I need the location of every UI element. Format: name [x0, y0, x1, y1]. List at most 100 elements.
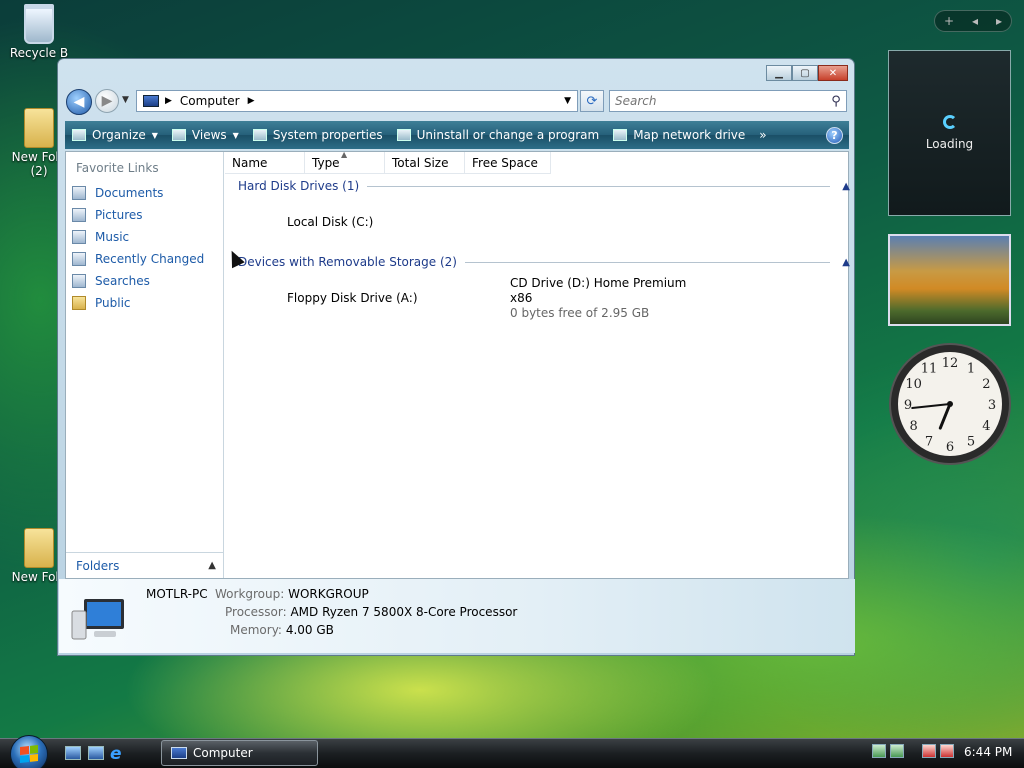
views-button[interactable]: Views ▼ [165, 121, 246, 149]
tray-volume-muted-icon[interactable] [940, 744, 954, 758]
favorite-link-music[interactable]: Music [72, 226, 204, 248]
sidebar-next-button[interactable]: ▸ [996, 14, 1002, 28]
searches-icon [72, 274, 86, 288]
detail-processor: Processor: AMD Ryzen 7 5800X 8-Core Proc… [225, 605, 517, 619]
close-button[interactable]: ✕ [818, 65, 848, 81]
start-button[interactable] [10, 735, 48, 768]
sidebar-controls: + ◂ ▸ [934, 10, 1012, 32]
feed-gadget[interactable]: Loading [888, 50, 1011, 216]
breadcrumb-computer[interactable]: Computer [180, 94, 240, 108]
tray-network-disconnected-icon[interactable] [922, 744, 936, 758]
switch-windows-icon[interactable] [88, 746, 104, 760]
clock-numeral: 9 [904, 398, 912, 413]
favorite-link-label: Public [95, 296, 131, 310]
system-properties-button[interactable]: System properties [246, 121, 390, 149]
column-header-total-size[interactable]: Total Size [385, 152, 465, 174]
drive-cd-d[interactable]: CD Drive (D:) Home Premium x86 0 bytes f… [510, 276, 686, 321]
favorite-link-recently-changed[interactable]: Recently Changed [72, 248, 204, 270]
column-label: Type [312, 156, 340, 170]
search-input[interactable] [610, 94, 826, 108]
help-icon: ? [831, 128, 838, 142]
search-box[interactable]: ⚲ [609, 90, 847, 112]
organize-button[interactable]: Organize ▼ [65, 121, 165, 149]
map-network-drive-button[interactable]: Map network drive [606, 121, 752, 149]
sidebar-add-gadget-button[interactable]: + [944, 14, 954, 28]
more-commands-button[interactable]: » [752, 121, 773, 149]
tray-network-icon[interactable] [872, 744, 886, 758]
folder-icon [24, 528, 54, 568]
breadcrumb-separator-icon[interactable]: ▶ [165, 96, 172, 106]
taskbar-button-label: Computer [193, 746, 253, 760]
refresh-icon: ⟳ [586, 93, 598, 109]
clock-numeral: 7 [925, 434, 933, 449]
feed-status: Loading [925, 137, 974, 151]
workgroup-value: WORKGROUP [288, 587, 369, 601]
favorite-link-public[interactable]: Public [72, 292, 204, 314]
favorite-links-title: Favorite Links [76, 161, 159, 175]
explorer-window: ▁ ▢ ✕ ◀ ▶ ▼ ▶ Computer ▶ ▼ ⟳ ⚲ Organize … [57, 58, 855, 656]
address-bar[interactable]: ▶ Computer ▶ ▼ [136, 90, 578, 112]
slideshow-gadget[interactable] [888, 234, 1011, 326]
search-icon[interactable]: ⚲ [826, 94, 846, 109]
internet-explorer-icon[interactable]: e [110, 744, 128, 764]
favorite-link-searches[interactable]: Searches [72, 270, 204, 292]
map-network-drive-label: Map network drive [633, 128, 746, 142]
breadcrumb-separator-icon[interactable]: ▶ [248, 96, 255, 106]
favorite-link-label: Music [95, 230, 130, 244]
group-header-hard-disk-drives[interactable]: Hard Disk Drives (1) ▲ [238, 179, 850, 193]
column-label: Free Space [472, 156, 538, 170]
taskbar-clock[interactable]: 6:44 PM [964, 745, 1012, 759]
collapse-group-icon[interactable]: ▲ [842, 257, 850, 268]
drive-name: Floppy Disk Drive (A:) [287, 291, 418, 305]
uninstall-program-button[interactable]: Uninstall or change a program [390, 121, 607, 149]
drive-floppy-a[interactable]: Floppy Disk Drive (A:) [287, 291, 418, 305]
drive-name: CD Drive (D:) Home Premium [510, 276, 687, 290]
column-header-name[interactable]: Name [225, 152, 305, 174]
back-button[interactable]: ◀ [66, 89, 92, 115]
show-desktop-icon[interactable] [65, 746, 81, 760]
detail-workgroup: Workgroup: WORKGROUP [215, 587, 369, 601]
computer-icon [143, 95, 159, 107]
clock-numeral: 10 [905, 377, 922, 392]
address-dropdown-icon[interactable]: ▼ [558, 96, 577, 106]
minimize-button[interactable]: ▁ [766, 65, 792, 81]
folder-icon [24, 108, 54, 148]
computer-icon [71, 599, 124, 640]
clock-gadget[interactable]: 12 12 3 45678 9 1011 [888, 342, 1012, 466]
favorite-link-label: Documents [95, 186, 164, 200]
content-area: Favorite Links Documents Pictures Music … [65, 150, 850, 579]
processor-label: Processor: [225, 605, 287, 619]
column-headers: Name ▲ Type Total Size Free Space [225, 150, 551, 174]
column-header-type[interactable]: ▲ Type [305, 150, 385, 174]
collapse-group-icon[interactable]: ▲ [842, 181, 850, 192]
drive-local-disk-c[interactable]: Local Disk (C:) [287, 215, 373, 229]
chevron-down-icon: ▼ [151, 130, 158, 140]
refresh-button[interactable]: ⟳ [580, 90, 604, 112]
desktop-icon-recycle-bin[interactable]: Recycle B [0, 4, 78, 60]
map-network-drive-icon [613, 129, 628, 141]
maximize-button[interactable]: ▢ [792, 65, 818, 81]
recent-pages-dropdown[interactable]: ▼ [122, 95, 129, 105]
tray-security-icon[interactable] [890, 744, 904, 758]
favorite-link-pictures[interactable]: Pictures [72, 204, 204, 226]
detail-computer-name: MOTLR-PC [146, 587, 208, 601]
column-header-free-space[interactable]: Free Space [465, 152, 551, 174]
group-title: Hard Disk Drives (1) [238, 179, 360, 193]
favorite-link-documents[interactable]: Documents [72, 182, 204, 204]
organize-label: Organize [92, 128, 146, 142]
taskbar [0, 738, 1024, 768]
views-icon [171, 129, 186, 141]
taskbar-button-computer[interactable]: Computer [161, 740, 318, 766]
music-icon [72, 230, 86, 244]
folders-toggle[interactable]: Folders ▲ [66, 552, 224, 578]
group-divider [367, 185, 831, 187]
detail-memory: Memory: 4.00 GB [230, 623, 334, 637]
group-header-removable-storage[interactable]: Devices with Removable Storage (2) ▲ [238, 255, 850, 269]
organize-icon [72, 129, 86, 141]
help-button[interactable]: ? [826, 126, 843, 144]
clock-numeral: 3 [988, 398, 996, 413]
forward-button[interactable]: ▶ [95, 89, 119, 113]
clock-numeral: 11 [921, 362, 938, 377]
sidebar-prev-button[interactable]: ◂ [972, 14, 978, 28]
memory-label: Memory: [230, 623, 282, 637]
